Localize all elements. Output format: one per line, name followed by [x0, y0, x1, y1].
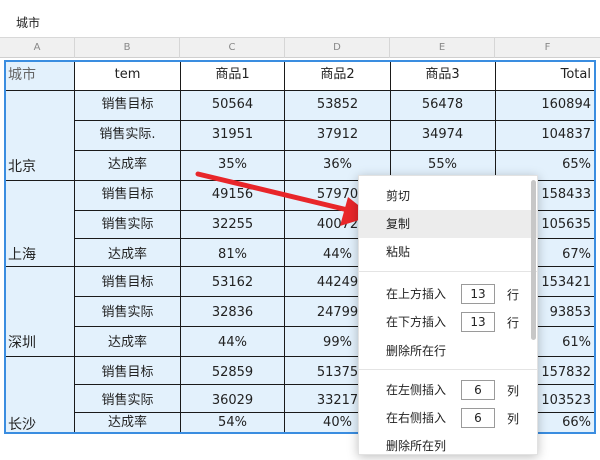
data-cell[interactable]: 32836 — [180, 298, 285, 328]
column-header-a[interactable]: A — [0, 38, 75, 58]
data-cell[interactable]: 37912 — [285, 120, 390, 150]
row-label-cell[interactable]: 销售实际 — [75, 298, 180, 328]
data-cell[interactable]: 49156 — [180, 180, 285, 210]
column-header-b[interactable]: B — [75, 38, 180, 58]
context-menu: 剪切 复制 粘贴 在上方插入 13 行 在下方插入 13 行 删除所在行 在左侧… — [358, 175, 538, 455]
grid-line — [74, 120, 596, 121]
grid-line — [74, 60, 75, 434]
city-cell[interactable]: 北京 — [8, 156, 36, 176]
grid-line — [74, 60, 596, 61]
data-cell[interactable]: 34974 — [390, 120, 495, 150]
insert-left-unit: 列 — [507, 384, 520, 398]
row-label-cell[interactable]: 销售实际 — [75, 210, 180, 240]
menu-item-copy[interactable]: 复制 — [359, 210, 537, 238]
menu-item-delete-column[interactable]: 删除所在列 — [359, 432, 537, 460]
insert-below-count-input[interactable]: 13 — [461, 312, 495, 332]
insert-right-unit: 列 — [507, 412, 520, 426]
menu-item-cut[interactable]: 剪切 — [359, 182, 537, 210]
data-cell[interactable]: 56478 — [390, 90, 495, 120]
menu-item-paste[interactable]: 粘贴 — [359, 238, 537, 266]
city-cell[interactable]: 深圳 — [8, 332, 36, 352]
row-label-cell[interactable]: 销售实际. — [75, 120, 180, 150]
header-cell-item[interactable]: tem — [75, 60, 180, 90]
city-cell[interactable]: 上海 — [8, 244, 36, 264]
data-cell[interactable]: 44% — [180, 328, 285, 358]
insert-above-count-input[interactable]: 13 — [461, 284, 495, 304]
row-label-cell[interactable]: 达成率 — [75, 150, 180, 180]
row-label-cell[interactable]: 销售目标 — [75, 268, 180, 298]
menu-item-delete-row[interactable]: 删除所在行 — [359, 337, 537, 365]
menu-scrollbar[interactable] — [531, 180, 536, 340]
menu-separator — [359, 369, 537, 370]
total-cell[interactable]: 160894 — [495, 90, 594, 120]
grid-line — [180, 60, 181, 434]
row-label-cell[interactable]: 达成率 — [75, 328, 180, 358]
data-cell[interactable]: 31951 — [180, 120, 285, 150]
column-header-bar: A B C D E F — [0, 38, 600, 58]
insert-left-count-input[interactable]: 6 — [461, 380, 495, 400]
formula-value[interactable]: 城市 — [16, 14, 40, 31]
data-cell[interactable]: 53162 — [180, 268, 285, 298]
insert-right-count-input[interactable]: 6 — [461, 408, 495, 428]
insert-below-unit: 行 — [507, 316, 520, 330]
insert-above-unit: 行 — [507, 288, 520, 302]
column-header-e[interactable]: E — [390, 38, 495, 58]
header-cell-product2[interactable]: 商品2 — [285, 60, 390, 90]
data-cell[interactable]: 50564 — [180, 90, 285, 120]
row-label-cell[interactable]: 销售目标 — [75, 90, 180, 120]
grid-line — [4, 90, 596, 91]
grid-line — [284, 60, 285, 434]
formula-bar[interactable]: 城市 — [0, 0, 600, 38]
menu-separator — [359, 271, 537, 272]
header-cell-product1[interactable]: 商品1 — [180, 60, 285, 90]
insert-below-label: 在下方插入 — [386, 315, 447, 329]
data-cell[interactable]: 53852 — [285, 90, 390, 120]
column-header-c[interactable]: C — [180, 38, 285, 58]
data-cell[interactable]: 32255 — [180, 210, 285, 240]
insert-above-label: 在上方插入 — [386, 287, 447, 301]
insert-right-label: 在右侧插入 — [386, 411, 447, 425]
header-cell-total[interactable]: Total — [495, 60, 594, 90]
total-cell[interactable]: 104837 — [495, 120, 594, 150]
header-cell-city[interactable]: 城市 — [8, 60, 74, 90]
column-header-d[interactable]: D — [285, 38, 390, 58]
data-cell[interactable]: 35% — [180, 150, 285, 180]
column-header-f[interactable]: F — [495, 38, 600, 58]
city-cell[interactable]: 长沙 — [8, 414, 36, 434]
row-label-cell[interactable]: 销售目标 — [75, 180, 180, 210]
header-cell-product3[interactable]: 商品3 — [390, 60, 495, 90]
grid-line — [74, 150, 596, 151]
insert-left-label: 在左侧插入 — [386, 383, 447, 397]
